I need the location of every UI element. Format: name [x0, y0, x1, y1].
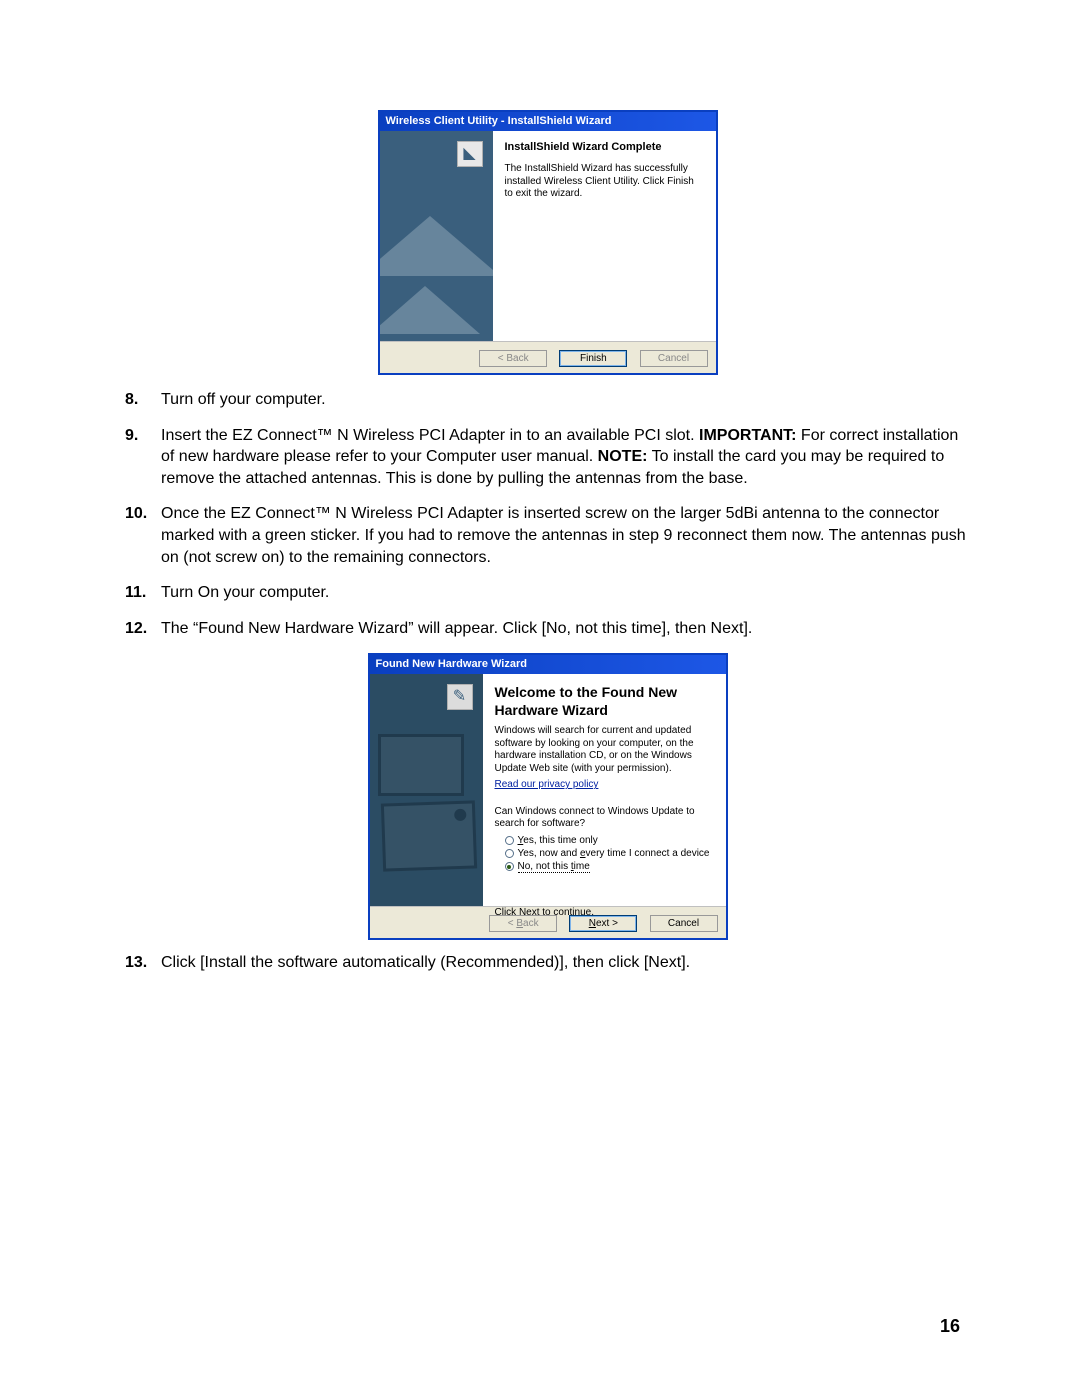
- dialog-question: Can Windows connect to Windows Update to…: [495, 806, 714, 831]
- step-number: 9.: [125, 425, 161, 490]
- list-item: 8. Turn off your computer.: [125, 389, 970, 411]
- radio-label: No, not this time: [518, 861, 590, 873]
- dialog-sidepanel: ✎: [370, 674, 483, 906]
- step-text: Once the EZ Connect™ N Wireless PCI Adap…: [161, 503, 970, 568]
- radio-icon: [505, 862, 514, 871]
- step-number: 10.: [125, 503, 161, 568]
- next-button[interactable]: Next >: [569, 915, 637, 932]
- hardware-icon: ✎: [447, 684, 473, 710]
- finish-button[interactable]: Finish: [559, 350, 627, 367]
- privacy-policy-link[interactable]: Read our privacy policy: [495, 779, 599, 790]
- step-number: 13.: [125, 952, 161, 974]
- list-item: 12. The “Found New Hardware Wizard” will…: [125, 618, 970, 640]
- cancel-button: Cancel: [640, 350, 708, 367]
- radio-icon: [505, 836, 514, 845]
- step-text: Turn On your computer.: [161, 582, 970, 604]
- radio-label: Yes, now and every time I connect a devi…: [518, 848, 710, 859]
- installer-icon: ◣: [457, 141, 483, 167]
- step-number: 8.: [125, 389, 161, 411]
- dialog-title: Found New Hardware Wizard: [376, 658, 527, 670]
- list-item: 13. Click [Install the software automati…: [125, 952, 970, 974]
- step-text: Turn off your computer.: [161, 389, 970, 411]
- back-button: < Back: [479, 350, 547, 367]
- dialog-body-text: Windows will search for current and upda…: [495, 725, 714, 775]
- dialog-button-row: < Back Finish Cancel: [380, 341, 716, 373]
- dialog-titlebar: Found New Hardware Wizard: [370, 655, 726, 674]
- instruction-list: 13. Click [Install the software automati…: [125, 952, 970, 974]
- dialog-heading: InstallShield Wizard Complete: [505, 141, 704, 153]
- list-item: 9. Insert the EZ Connect™ N Wireless PCI…: [125, 425, 970, 490]
- list-item: 11. Turn On your computer.: [125, 582, 970, 604]
- dialog-main: Welcome to the Found New Hardware Wizard…: [483, 674, 726, 906]
- radio-option-no[interactable]: No, not this time: [505, 861, 714, 873]
- list-item: 10. Once the EZ Connect™ N Wireless PCI …: [125, 503, 970, 568]
- dialog-sidepanel: ◣: [380, 131, 493, 341]
- hardware-wizard-dialog: Found New Hardware Wizard ✎ Welcome to t…: [368, 653, 728, 940]
- radio-option-yes-once[interactable]: Yes, this time only: [505, 835, 714, 846]
- step-number: 12.: [125, 618, 161, 640]
- installshield-dialog: Wireless Client Utility - InstallShield …: [378, 110, 718, 375]
- instruction-list: 8. Turn off your computer. 9. Insert the…: [125, 389, 970, 639]
- document-page: Wireless Client Utility - InstallShield …: [0, 0, 1080, 1397]
- dialog-main: InstallShield Wizard Complete The Instal…: [493, 131, 716, 341]
- radio-label: Yes, this time only: [518, 835, 598, 846]
- radio-icon: [505, 849, 514, 858]
- step-text: Click [Install the software automaticall…: [161, 952, 970, 974]
- dialog-titlebar: Wireless Client Utility - InstallShield …: [380, 112, 716, 131]
- step-text: Insert the EZ Connect™ N Wireless PCI Ad…: [161, 425, 970, 490]
- dialog-title: Wireless Client Utility - InstallShield …: [386, 115, 612, 127]
- back-button: < Back: [489, 915, 557, 932]
- radio-option-yes-always[interactable]: Yes, now and every time I connect a devi…: [505, 848, 714, 859]
- step-number: 11.: [125, 582, 161, 604]
- dialog-heading: Welcome to the Found New Hardware Wizard: [495, 684, 714, 719]
- dialog-body-text: The InstallShield Wizard has successfull…: [505, 163, 704, 201]
- cancel-button[interactable]: Cancel: [650, 915, 718, 932]
- page-number: 16: [940, 1316, 960, 1337]
- step-text: The “Found New Hardware Wizard” will app…: [161, 618, 970, 640]
